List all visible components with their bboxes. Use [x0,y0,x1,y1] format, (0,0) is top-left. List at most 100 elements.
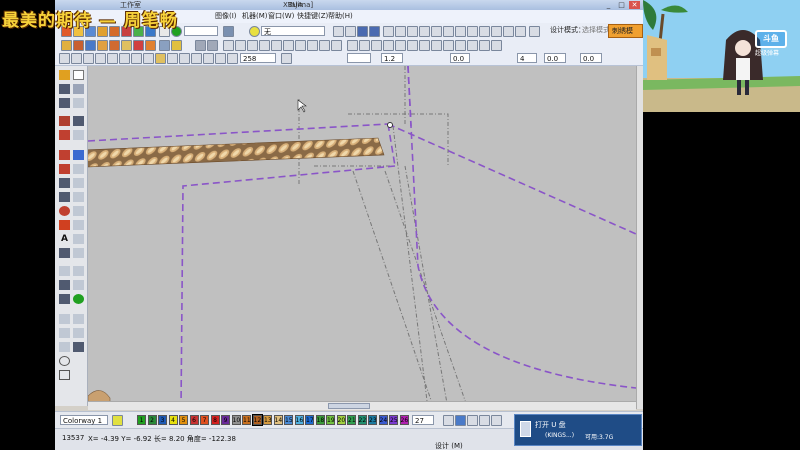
border-tool-icon[interactable] [73,248,84,258]
pull-comp-icon[interactable] [383,40,394,51]
color-swatch[interactable]: 16 [294,415,304,425]
highlight-icon[interactable] [155,53,166,64]
sequin-icon[interactable] [133,40,144,51]
palette-add-icon[interactable] [443,415,454,426]
star-tool-icon[interactable] [73,206,84,216]
shape-tool-icon[interactable] [73,70,84,80]
color-swatch[interactable]: 23 [368,415,377,425]
export-icon[interactable] [119,53,130,64]
preview-icon[interactable] [207,40,218,51]
color-swatch[interactable]: 18 [315,415,325,425]
palette-options-icon[interactable] [112,415,123,426]
measure-tool-icon[interactable] [59,314,70,324]
break-icon[interactable] [295,40,306,51]
reshape-icon[interactable] [235,40,246,51]
node-marker[interactable] [387,122,393,128]
palette-sort-icon[interactable] [467,415,478,426]
group-icon[interactable] [383,26,394,37]
complex-fill-tool-icon[interactable] [59,164,70,174]
color-swatch[interactable]: 25 [389,415,398,425]
stop-icon[interactable] [431,40,442,51]
rectangle-tool-icon[interactable] [59,370,70,380]
split-icon[interactable] [443,26,454,37]
view-icon[interactable] [195,40,206,51]
trace-tool-icon[interactable] [59,328,70,338]
align-right-icon[interactable] [83,53,94,64]
usb-notification[interactable]: 打开 U 盘 (KINGS...) 可用:3.7G [514,414,642,446]
color-swatch[interactable]: 15 [284,415,293,425]
color-swatch[interactable]: 5 [179,415,188,425]
trim-icon[interactable] [455,26,466,37]
sequin-tool-icon[interactable] [73,280,84,290]
eraser-tool-icon[interactable] [73,98,84,108]
horizontal-scrollbar[interactable] [88,401,636,410]
chenille-tool-icon[interactable] [73,192,84,202]
color-swatch[interactable]: 3 [158,415,167,425]
horizontal-scroll-thumb[interactable] [328,403,370,409]
center-icon[interactable] [479,40,490,51]
tool-icon[interactable] [223,26,234,37]
ungroup-icon[interactable] [395,26,406,37]
punch-tool-icon[interactable] [73,294,84,304]
zoom-fit-icon[interactable] [227,53,238,64]
polygon-tool-icon[interactable] [73,220,84,230]
align-icon[interactable] [369,26,380,37]
color-swatch[interactable]: 19 [326,415,335,425]
pen-tool-icon[interactable] [59,84,70,94]
close-path-icon[interactable] [307,40,318,51]
monogram-icon[interactable] [97,40,108,51]
color-swatch[interactable]: 26 [399,415,409,425]
angle-icon[interactable] [359,40,370,51]
trim-cmd-icon[interactable] [407,40,418,51]
lock-icon[interactable] [171,40,182,51]
bead-tool-icon[interactable] [59,280,70,290]
color-swatch[interactable]: 8 [210,415,220,425]
bead-icon[interactable] [121,40,132,51]
select-tool-icon[interactable] [59,70,70,80]
tie-icon[interactable] [395,40,406,51]
split-design-icon[interactable] [491,40,502,51]
pan-tool-icon[interactable] [59,342,70,352]
motif-tool-icon[interactable] [73,178,84,188]
text-tool-icon[interactable]: A [59,234,70,244]
satin-tool-icon[interactable] [59,130,70,140]
count-spinner[interactable]: 4 [517,53,537,63]
frame-icon[interactable] [455,40,466,51]
palette-print-icon[interactable] [479,415,490,426]
menu-help[interactable]: 帮助(H) [328,10,353,23]
color-swatch[interactable]: 6 [189,415,199,425]
rotate-icon[interactable] [345,26,356,37]
column-tool-icon[interactable] [73,150,84,160]
slow-icon[interactable] [443,40,454,51]
knife-tool-icon[interactable] [59,98,70,108]
close-button[interactable]: ✕ [629,1,640,9]
contour-tool-icon[interactable] [73,164,84,174]
color-swatch[interactable]: 9 [221,415,230,425]
smooth-icon[interactable] [283,40,294,51]
offset-icon[interactable] [491,26,502,37]
spiral-tool-icon[interactable] [59,178,70,188]
node-edit-icon[interactable] [223,40,234,51]
color-swatch[interactable]: 1 [137,415,146,425]
color-swatch[interactable]: 14 [273,415,283,425]
color-count[interactable]: 27 [412,415,434,425]
print-icon[interactable] [95,53,106,64]
underlay-icon[interactable] [371,40,382,51]
align-center-icon[interactable] [71,53,82,64]
design-canvas[interactable] [88,66,636,409]
size-x-field[interactable] [347,53,371,63]
reverse-icon[interactable] [319,40,330,51]
send-icon[interactable] [143,53,154,64]
color-swatch[interactable]: 13 [263,415,272,425]
line-icon[interactable] [259,40,270,51]
weld-icon[interactable] [467,26,478,37]
zoom-out-icon[interactable] [215,53,226,64]
undo-icon[interactable] [179,53,190,64]
redo-icon[interactable] [191,53,202,64]
width-spinner[interactable]: 1.2 [381,53,403,63]
color-swatch[interactable]: 22 [357,415,367,425]
pan-icon[interactable] [167,53,178,64]
ellipse-tool-icon[interactable] [59,356,70,366]
stitch-type-icon[interactable] [249,26,260,37]
style-combo[interactable] [184,26,218,36]
